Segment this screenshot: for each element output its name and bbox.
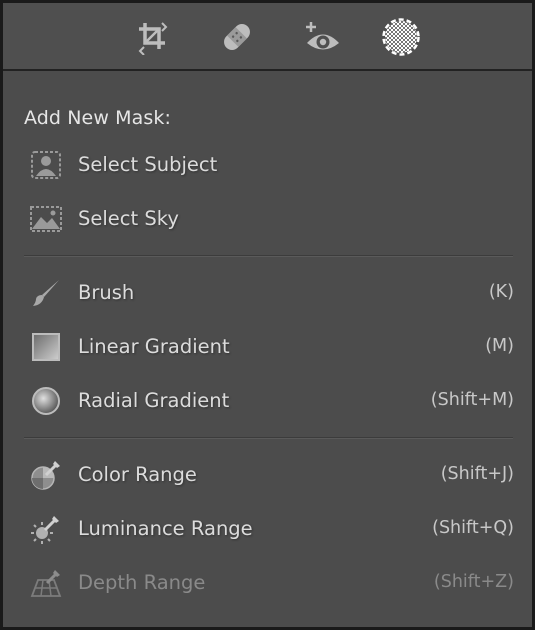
menu-item-color-range[interactable]: Color Range (Shift+J) bbox=[3, 455, 532, 495]
menu-item-select-subject[interactable]: Select Subject bbox=[3, 145, 532, 185]
healing-tool-button[interactable] bbox=[217, 17, 257, 57]
menu-item-label: Select Subject bbox=[78, 153, 218, 176]
masking-tool-button[interactable] bbox=[381, 17, 421, 57]
menu-item-select-sky[interactable]: Select Sky bbox=[3, 199, 532, 239]
shortcut-text: (M) bbox=[485, 336, 514, 356]
divider bbox=[24, 437, 513, 439]
tool-strip bbox=[3, 3, 532, 71]
menu-item-luminance-range[interactable]: Luminance Range (Shift+Q) bbox=[3, 509, 532, 549]
shortcut-text: (Shift+M) bbox=[430, 390, 514, 410]
brush-icon bbox=[29, 277, 63, 309]
select-sky-icon bbox=[29, 203, 63, 235]
luminance-range-icon bbox=[29, 513, 63, 545]
healing-icon bbox=[224, 24, 250, 50]
menu-item-label: Luminance Range bbox=[78, 517, 253, 540]
radial-gradient-icon bbox=[29, 385, 63, 417]
shortcut-text: (Shift+Z) bbox=[433, 572, 514, 592]
red-eye-tool-button[interactable] bbox=[303, 17, 343, 57]
mask-panel: Add New Mask: Select Subject Select Sky bbox=[0, 0, 535, 630]
menu-item-label: Brush bbox=[78, 281, 135, 304]
linear-gradient-icon bbox=[29, 331, 63, 363]
menu-item-label: Linear Gradient bbox=[78, 335, 230, 358]
menu-item-depth-range[interactable]: Depth Range (Shift+Z) bbox=[3, 563, 532, 603]
menu-item-label: Radial Gradient bbox=[78, 389, 230, 412]
menu-item-brush[interactable]: Brush (K) bbox=[3, 273, 532, 313]
masking-icon bbox=[382, 18, 420, 56]
shortcut-text: (K) bbox=[488, 282, 514, 302]
shortcut-text: (Shift+J) bbox=[440, 464, 514, 484]
menu-item-label: Color Range bbox=[78, 463, 197, 486]
menu-item-linear-gradient[interactable]: Linear Gradient (M) bbox=[3, 327, 532, 367]
select-subject-icon bbox=[29, 149, 63, 181]
shortcut-text: (Shift+Q) bbox=[432, 518, 514, 538]
red-eye-icon bbox=[306, 22, 339, 50]
crop-icon bbox=[138, 22, 168, 55]
menu-item-radial-gradient[interactable]: Radial Gradient (Shift+M) bbox=[3, 381, 532, 421]
add-new-mask-heading: Add New Mask: bbox=[24, 107, 171, 129]
menu-item-label: Depth Range bbox=[78, 571, 206, 594]
menu-item-label: Select Sky bbox=[78, 207, 179, 230]
color-range-icon bbox=[29, 459, 63, 491]
depth-range-icon bbox=[29, 567, 63, 599]
divider bbox=[24, 255, 513, 257]
crop-tool-button[interactable] bbox=[133, 17, 173, 57]
